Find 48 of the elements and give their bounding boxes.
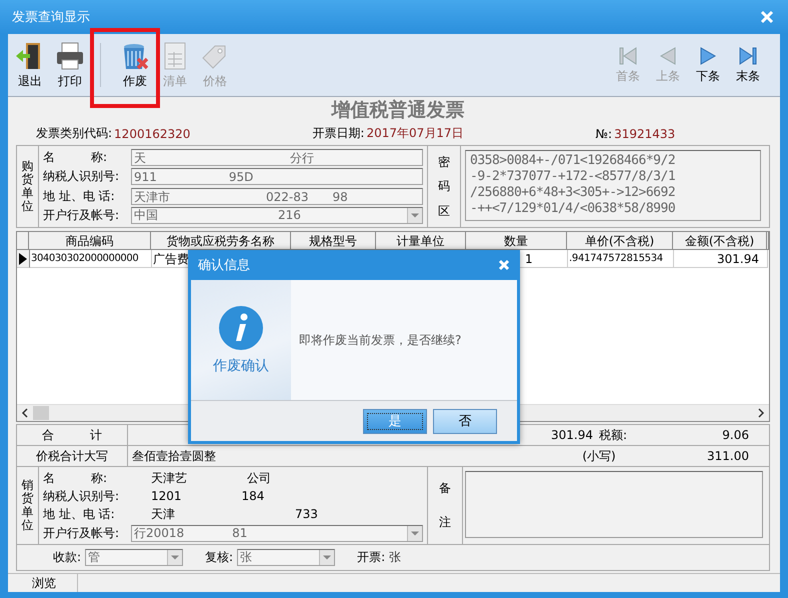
tax-amount: 9.06 <box>721 428 750 442</box>
section-label: 备 <box>439 480 451 497</box>
table-cell: 301.94 <box>674 250 768 268</box>
field-label: 开票日期: <box>312 125 364 142</box>
invoice-number: 31921433 <box>614 126 676 141</box>
tax-label: 税额: <box>598 426 628 444</box>
field-label: 名 称: <box>43 149 108 166</box>
total-amount: 301.94 <box>550 428 593 442</box>
total-label: 合 计 <box>17 425 128 446</box>
dialog-message: 即将作废当前发票，是否继续? <box>298 332 462 348</box>
table-cell: 304030302000000000 <box>30 250 152 268</box>
field-label: 纳税人识别号: <box>43 168 120 186</box>
cipher-line: -++<7/129*01/4/<0638*58/8990 <box>470 200 676 217</box>
status-text: 浏览 <box>8 574 78 592</box>
section-label: 销货单位 <box>17 467 39 544</box>
cipher-line: -9-2*737077-+172-<8577/8/3/1 <box>470 168 676 185</box>
section-label: 码 <box>438 178 450 196</box>
grand-total: 311.00 <box>706 449 750 464</box>
window-title: 发票查询显示 <box>12 9 90 26</box>
small-label: (小写) <box>581 448 617 465</box>
invoice-date: 2017年07月17日 <box>366 125 464 142</box>
field-value: 天津 733 <box>150 506 319 524</box>
section-label: 注 <box>439 514 451 532</box>
section-label: 购货单位 <box>17 146 39 228</box>
field-label: 地 址、电 话: <box>43 506 116 524</box>
dialog-caption: 作废确认 <box>213 357 269 375</box>
invoice-title: 增值税普通发票 <box>330 98 466 123</box>
field-label: 名 称: <box>43 470 108 487</box>
section-label: 区 <box>438 202 450 220</box>
field-label: 纳税人识别号: <box>43 488 120 506</box>
cipher-line: 0358>0084+-/071<19268466*9/2 <box>470 152 676 169</box>
field-value: 张 <box>389 549 402 566</box>
field-value: 1201 184 <box>150 488 266 506</box>
section-label: 密 <box>438 154 450 171</box>
field-label: №: <box>596 126 612 141</box>
field-label: 开票: <box>357 549 386 566</box>
field-label: 开户行及帐号: <box>43 207 120 224</box>
field-value: 天津艺 公司 <box>150 470 272 487</box>
field-label: 复核: <box>205 549 234 566</box>
cipher-line: /256880+6*48+3<305+->12>6692 <box>470 184 676 201</box>
total-label: 价税合计大写 <box>17 446 128 466</box>
field-label: 开户行及帐号: <box>43 524 120 542</box>
field-label: 收款: <box>53 549 82 566</box>
field-label: 发票类别代码: <box>36 125 112 142</box>
field-label: 地 址、电 话: <box>43 188 116 205</box>
invoice-code: 1200162320 <box>114 126 190 141</box>
table-cell: .941747572815534 <box>568 250 674 268</box>
amount-in-words: 叁佰壹拾壹圆整 <box>131 448 217 465</box>
